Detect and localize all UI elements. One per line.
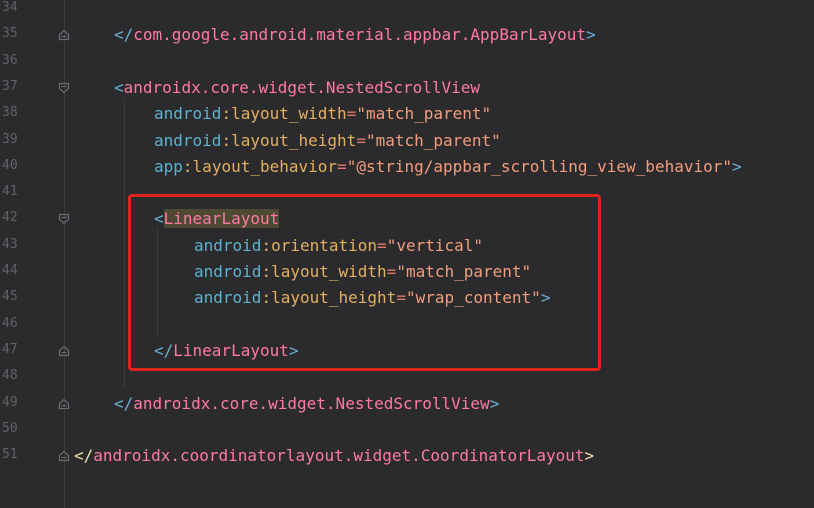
line-number: 44	[2, 263, 18, 278]
code-token-str: "match_parent"	[356, 104, 492, 124]
line-number: 49	[2, 394, 18, 410]
code-text: app:layout_behavior="@string/appbar_scro…	[154, 157, 742, 177]
code-token-colon: :	[182, 156, 193, 176]
line-number: 38	[2, 105, 18, 121]
code-token-eq: =	[346, 104, 357, 124]
line-number: 46	[2, 315, 18, 331]
code-line[interactable]: 49 </androidx.core.widget.NestedScrollVie…	[0, 391, 814, 417]
code-text: android:layout_width="match_parent"	[154, 104, 491, 124]
code-token-tag: androidx.core.widget.NestedScrollView	[123, 77, 481, 97]
line-number: 47	[2, 341, 18, 357]
code-line[interactable]: 50	[0, 417, 814, 443]
code-token-bracket: >	[489, 393, 500, 413]
code-token-str: "@string/appbar_scrolling_view_behavior"	[346, 156, 732, 176]
code-token-punct: >	[584, 446, 595, 466]
code-text: </com.google.android.material.appbar.App…	[114, 25, 596, 45]
code-token-bracket: >	[586, 25, 596, 45]
fold-start-icon[interactable]	[58, 82, 70, 94]
code-line[interactable]: 37 <androidx.core.widget.NestedScrollView	[0, 75, 814, 101]
fold-start-icon[interactable]	[58, 213, 70, 225]
code-token-eq: =	[337, 156, 347, 176]
line-number: 40	[2, 157, 18, 173]
highlight-box	[128, 194, 601, 371]
line-number: 34	[2, 0, 18, 15]
code-text: <androidx.core.widget.NestedScrollView	[114, 78, 480, 98]
code-token-colon: :	[221, 130, 232, 150]
code-text: </androidx.coordinatorlayout.widget.Coor…	[74, 446, 594, 466]
code-line[interactable]: 40 app:layout_behavior="@string/appbar_sc…	[0, 154, 814, 180]
line-number: 43	[2, 236, 18, 252]
line-number: 37	[2, 78, 18, 94]
line-number: 48	[2, 368, 18, 384]
code-line[interactable]: 34	[0, 0, 814, 22]
code-token-attr: layout_height	[231, 130, 357, 150]
code-token-attr: layout_width	[231, 104, 347, 124]
fold-end-icon[interactable]	[58, 29, 70, 41]
code-token-colon: :	[221, 104, 232, 124]
line-number: 51	[2, 447, 18, 463]
code-token-str: "match_parent"	[365, 130, 501, 150]
code-editor[interactable]: 34 35 </com.google.android.material.appbar…	[0, 0, 814, 508]
code-line[interactable]: 51 </androidx.coordinatorlayout.widget.Co…	[0, 443, 814, 469]
code-line[interactable]: 35 </com.google.android.material.appbar.A…	[0, 22, 814, 48]
code-line[interactable]: 39 android:layout_height="match_parent"	[0, 128, 814, 154]
fold-end-icon[interactable]	[58, 398, 70, 410]
code-line[interactable]: 38 android:layout_width="match_parent"	[0, 101, 814, 127]
line-number: 45	[2, 289, 18, 305]
fold-end-icon[interactable]	[58, 345, 70, 357]
line-number: 35	[2, 26, 18, 42]
code-token-ns: app	[154, 156, 183, 176]
code-token-bracket: </	[114, 393, 134, 413]
line-number: 36	[2, 52, 18, 68]
code-token-tag: androidx.core.widget.NestedScrollView	[133, 393, 490, 413]
code-token-ns: android	[154, 104, 222, 124]
code-token-bracket: </	[114, 25, 134, 45]
code-token-punct: </	[74, 446, 94, 466]
line-number: 41	[2, 184, 18, 200]
code-text: android:layout_height="match_parent"	[154, 131, 501, 151]
code-token-ns: android	[154, 130, 222, 150]
code-token-bracket: >	[732, 156, 742, 176]
fold-end-icon[interactable]	[58, 450, 70, 462]
line-number: 39	[2, 131, 18, 147]
code-token-eq: =	[356, 130, 366, 150]
line-number: 42	[2, 210, 18, 226]
code-token-tag: androidx.coordinatorlayout.widget.Coordi…	[93, 446, 585, 466]
code-text: </androidx.core.widget.NestedScrollView>	[114, 394, 499, 414]
code-token-bracket: <	[114, 77, 124, 97]
code-token-tag: com.google.android.material.appbar.AppBa…	[133, 25, 587, 45]
code-token-attr: layout_behavior	[192, 156, 338, 176]
code-line[interactable]: 36	[0, 49, 814, 75]
line-number: 50	[2, 420, 18, 436]
